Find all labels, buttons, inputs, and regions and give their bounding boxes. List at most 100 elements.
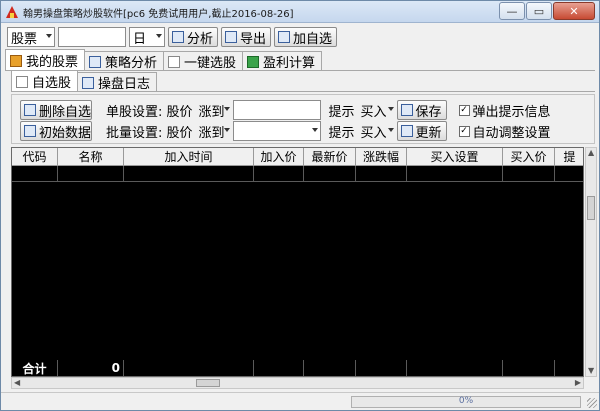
chevron-down-icon <box>311 128 318 132</box>
blank-page-icon <box>168 55 181 68</box>
update-icon <box>400 125 413 137</box>
scroll-left-icon[interactable]: ◀ <box>14 378 20 388</box>
column-header[interactable]: 加入时间 <box>124 148 254 166</box>
maximize-button[interactable]: ▭ <box>526 2 552 20</box>
chevron-down-icon <box>156 34 162 38</box>
grid-footer: 合计 0 <box>12 360 583 376</box>
tab-divider <box>5 70 595 71</box>
stock-code-input[interactable] <box>58 27 126 47</box>
vertical-scrollbar[interactable]: ▲ ▼ <box>585 147 597 377</box>
horizontal-scrollbar[interactable]: ◀ ▶ <box>11 377 584 389</box>
scroll-down-icon[interactable]: ▼ <box>588 366 594 376</box>
blank-page-icon <box>16 75 28 88</box>
table-row[interactable] <box>12 166 583 182</box>
column-header[interactable]: 提 <box>555 148 583 166</box>
batch-tip-label: 提示 <box>328 125 355 141</box>
single-price-input[interactable] <box>232 100 321 120</box>
settings-panel: 删除自选 单股设置: 股价 涨到 提示 买入 保存 ✓ 弹出提示信息 初始数据 … <box>11 94 595 144</box>
table-cell <box>356 166 407 182</box>
analyze-button[interactable]: 分析 <box>168 27 219 47</box>
checkbox-checked-icon: ✓ <box>458 104 470 116</box>
column-header[interactable]: 买入设置 <box>407 148 503 166</box>
save-label: 保存 <box>415 104 442 120</box>
grid-header: 代码 名称 加入时间 加入价 最新价 涨跌幅 买入设置 买入价 提 <box>12 148 583 166</box>
market-select-value: 股票 <box>11 31 38 47</box>
update-button[interactable]: 更新 <box>396 121 447 141</box>
tab-strategy-analysis[interactable]: 策略分析 <box>84 51 165 71</box>
tab-watchlist[interactable]: 自选股 <box>11 70 79 92</box>
export-label: 导出 <box>240 31 267 47</box>
save-button[interactable]: 保存 <box>396 100 447 120</box>
tab-one-click-pick[interactable]: 一键选股 <box>163 51 244 71</box>
scroll-right-icon[interactable]: ▶ <box>575 378 581 388</box>
update-label: 更新 <box>415 125 442 141</box>
footer-cell <box>304 360 356 376</box>
market-select[interactable]: 股票 <box>7 27 55 47</box>
column-header[interactable]: 买入价 <box>503 148 555 166</box>
tab-label: 盈利计算 <box>263 56 316 71</box>
analyze-label: 分析 <box>187 31 214 47</box>
add-watch-label: 加自选 <box>293 31 333 47</box>
table-icon <box>225 31 238 43</box>
chevron-down-icon <box>223 107 230 111</box>
title-bar[interactable]: 翰男操盘策略炒股软件[pc6 免费试用用户,截止2016-08-26] — ▭ … <box>1 1 599 23</box>
table-cell <box>124 166 254 182</box>
batch-settings-row: 初始数据 批量设置: 股价 涨到 提示 买入 更新 ✓ 自动调整设置 <box>20 121 551 141</box>
tab-label: 我的股票 <box>26 55 79 70</box>
single-settings-row: 删除自选 单股设置: 股价 涨到 提示 买入 保存 ✓ 弹出提示信息 <box>20 100 551 120</box>
status-bar: 0% <box>1 392 599 410</box>
delete-watch-label: 删除自选 <box>39 104 92 120</box>
checkbox-checked-icon: ✓ <box>458 125 470 137</box>
tab-label: 一键选股 <box>184 56 237 71</box>
footer-cell <box>254 360 304 376</box>
delete-watch-button[interactable]: 删除自选 <box>20 100 92 120</box>
main-toolbar: 股票 日 分析 导出 加自选 <box>7 26 338 48</box>
auto-adjust-checkbox[interactable]: ✓ 自动调整设置 <box>458 122 551 141</box>
table-cell <box>58 166 124 182</box>
single-condition-select[interactable]: 涨到 <box>195 100 233 120</box>
tab-label: 自选股 <box>32 76 72 91</box>
table-cell <box>555 166 583 182</box>
column-header[interactable]: 名称 <box>58 148 124 166</box>
footer-total-count: 0 <box>58 360 124 376</box>
resize-grip-icon[interactable] <box>587 398 597 408</box>
progress-text: 0% <box>458 396 474 406</box>
popup-tip-label: 弹出提示信息 <box>472 104 551 120</box>
column-header[interactable]: 最新价 <box>304 148 356 166</box>
app-window: 翰男操盘策略炒股软件[pc6 免费试用用户,截止2016-08-26] — ▭ … <box>0 0 600 411</box>
batch-condition-select[interactable]: 涨到 <box>195 121 233 141</box>
column-header[interactable]: 代码 <box>12 148 58 166</box>
vertical-scroll-thumb[interactable] <box>587 196 595 220</box>
tab-label: 策略分析 <box>105 56 158 71</box>
auto-adjust-label: 自动调整设置 <box>472 125 551 141</box>
add-watch-button[interactable]: 加自选 <box>274 27 338 47</box>
batch-tip-select[interactable]: 买入 <box>357 121 397 141</box>
window-title: 翰男操盘策略炒股软件[pc6 免费试用用户,截止2016-08-26] <box>23 9 294 20</box>
calculator-icon <box>247 55 260 68</box>
table-cell <box>304 166 356 182</box>
horizontal-scroll-thumb[interactable] <box>196 379 220 387</box>
scroll-up-icon[interactable]: ▲ <box>588 148 594 158</box>
period-select[interactable]: 日 <box>129 27 165 47</box>
single-tip-select[interactable]: 买入 <box>357 100 397 120</box>
column-header[interactable]: 加入价 <box>254 148 304 166</box>
popup-tip-checkbox[interactable]: ✓ 弹出提示信息 <box>458 101 551 120</box>
tab-profit-calc[interactable]: 盈利计算 <box>242 51 323 71</box>
sub-tabs: 自选股 操盘日志 <box>11 70 158 92</box>
batch-condition-value: 涨到 <box>198 125 225 141</box>
init-data-button[interactable]: 初始数据 <box>20 121 92 141</box>
save-icon <box>400 104 413 116</box>
tab-trade-log[interactable]: 操盘日志 <box>77 72 158 92</box>
stock-grid[interactable]: 代码 名称 加入时间 加入价 最新价 涨跌幅 买入设置 买入价 提 合计 0 <box>11 147 584 377</box>
column-header[interactable]: 涨跌幅 <box>356 148 407 166</box>
chevron-down-icon <box>387 107 394 111</box>
footer-cell <box>503 360 555 376</box>
table-cell <box>407 166 503 182</box>
minimize-button[interactable]: — <box>499 2 525 20</box>
export-button[interactable]: 导出 <box>221 27 272 47</box>
single-tip-value: 买入 <box>360 104 387 120</box>
tab-my-stocks[interactable]: 我的股票 <box>5 49 86 71</box>
batch-setting-label: 批量设置: 股价 <box>106 125 193 141</box>
close-button[interactable]: ✕ <box>553 2 595 20</box>
batch-price-select[interactable] <box>232 121 321 141</box>
